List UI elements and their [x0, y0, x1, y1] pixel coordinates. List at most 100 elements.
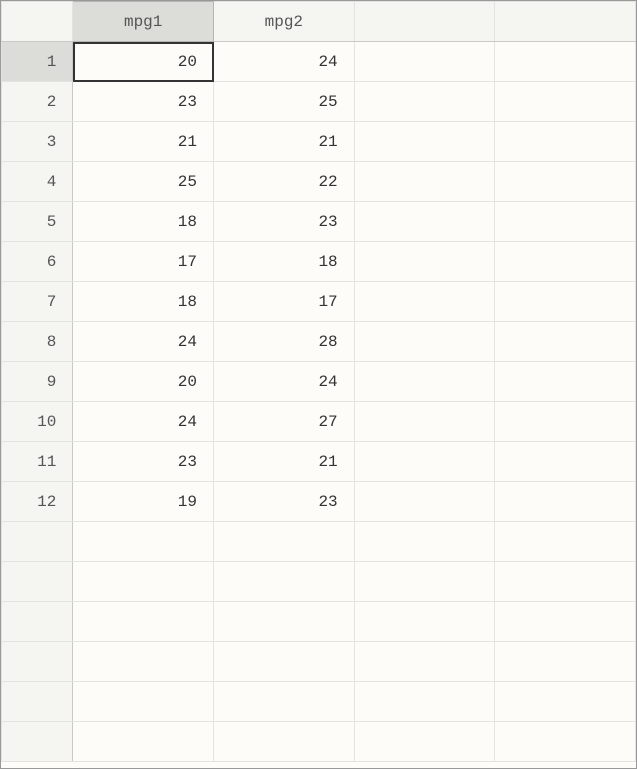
row-header-empty[interactable] [2, 642, 73, 682]
table-row: 71817 [2, 282, 636, 322]
data-cell[interactable]: 20 [73, 42, 214, 82]
data-cell[interactable]: 17 [214, 282, 355, 322]
empty-cell[interactable] [495, 642, 636, 682]
empty-cell[interactable] [495, 402, 636, 442]
corner-cell[interactable] [2, 2, 73, 42]
empty-cell[interactable] [214, 602, 355, 642]
row-header[interactable]: 8 [2, 322, 73, 362]
empty-cell[interactable] [354, 242, 495, 282]
empty-cell[interactable] [214, 522, 355, 562]
empty-cell[interactable] [354, 162, 495, 202]
empty-cell[interactable] [354, 722, 495, 762]
data-cell[interactable]: 18 [73, 202, 214, 242]
empty-cell[interactable] [495, 722, 636, 762]
empty-cell[interactable] [495, 602, 636, 642]
data-cell[interactable]: 18 [214, 242, 355, 282]
data-grid[interactable]: mpg1 mpg2 120242232532121425225182361718… [1, 1, 636, 768]
data-cell[interactable]: 20 [73, 362, 214, 402]
empty-cell[interactable] [354, 42, 495, 82]
row-header-empty[interactable] [2, 562, 73, 602]
empty-cell[interactable] [214, 642, 355, 682]
data-cell[interactable]: 27 [214, 402, 355, 442]
empty-cell[interactable] [73, 562, 214, 602]
empty-cell[interactable] [214, 562, 355, 602]
column-header-empty[interactable] [354, 2, 495, 42]
empty-cell[interactable] [354, 602, 495, 642]
empty-cell[interactable] [73, 602, 214, 642]
row-header[interactable]: 11 [2, 442, 73, 482]
row-header[interactable]: 10 [2, 402, 73, 442]
row-header-empty[interactable] [2, 682, 73, 722]
data-cell[interactable]: 21 [214, 442, 355, 482]
column-header-mpg2[interactable]: mpg2 [214, 2, 355, 42]
row-header[interactable]: 3 [2, 122, 73, 162]
row-header[interactable]: 12 [2, 482, 73, 522]
row-header[interactable]: 5 [2, 202, 73, 242]
data-cell[interactable]: 18 [73, 282, 214, 322]
column-header-mpg1[interactable]: mpg1 [73, 2, 214, 42]
empty-cell[interactable] [214, 682, 355, 722]
empty-cell[interactable] [495, 202, 636, 242]
empty-cell[interactable] [354, 362, 495, 402]
empty-cell[interactable] [495, 242, 636, 282]
row-header-empty[interactable] [2, 722, 73, 762]
empty-cell[interactable] [495, 562, 636, 602]
data-cell[interactable]: 23 [73, 82, 214, 122]
empty-cell[interactable] [495, 482, 636, 522]
empty-cell[interactable] [354, 562, 495, 602]
data-cell[interactable]: 24 [73, 402, 214, 442]
empty-cell[interactable] [495, 682, 636, 722]
data-cell[interactable]: 23 [214, 482, 355, 522]
empty-cell[interactable] [495, 282, 636, 322]
data-cell[interactable]: 24 [214, 42, 355, 82]
empty-cell[interactable] [495, 322, 636, 362]
empty-cell[interactable] [73, 682, 214, 722]
empty-cell[interactable] [354, 682, 495, 722]
table-row: 121923 [2, 482, 636, 522]
data-cell[interactable]: 21 [214, 122, 355, 162]
row-header[interactable]: 9 [2, 362, 73, 402]
empty-cell[interactable] [354, 82, 495, 122]
empty-cell[interactable] [354, 482, 495, 522]
empty-cell[interactable] [495, 362, 636, 402]
row-header-empty[interactable] [2, 522, 73, 562]
empty-cell[interactable] [354, 402, 495, 442]
data-cell[interactable]: 23 [73, 442, 214, 482]
column-header-row: mpg1 mpg2 [2, 2, 636, 42]
empty-cell[interactable] [354, 642, 495, 682]
data-cell[interactable]: 17 [73, 242, 214, 282]
data-cell[interactable]: 24 [214, 362, 355, 402]
empty-cell[interactable] [354, 282, 495, 322]
empty-cell[interactable] [73, 522, 214, 562]
data-cell[interactable]: 19 [73, 482, 214, 522]
data-cell[interactable]: 24 [73, 322, 214, 362]
row-header[interactable]: 1 [2, 42, 73, 82]
data-table: mpg1 mpg2 120242232532121425225182361718… [1, 1, 636, 762]
empty-cell[interactable] [354, 322, 495, 362]
row-header[interactable]: 7 [2, 282, 73, 322]
empty-cell[interactable] [495, 522, 636, 562]
empty-cell[interactable] [73, 722, 214, 762]
data-cell[interactable]: 25 [73, 162, 214, 202]
empty-cell[interactable] [354, 522, 495, 562]
empty-cell[interactable] [354, 202, 495, 242]
data-cell[interactable]: 28 [214, 322, 355, 362]
data-cell[interactable]: 23 [214, 202, 355, 242]
empty-cell[interactable] [495, 122, 636, 162]
row-header-empty[interactable] [2, 602, 73, 642]
column-header-empty[interactable] [495, 2, 636, 42]
row-header[interactable]: 6 [2, 242, 73, 282]
data-cell[interactable]: 22 [214, 162, 355, 202]
empty-cell[interactable] [495, 82, 636, 122]
empty-cell[interactable] [495, 42, 636, 82]
data-cell[interactable]: 25 [214, 82, 355, 122]
empty-cell[interactable] [354, 442, 495, 482]
empty-cell[interactable] [214, 722, 355, 762]
empty-cell[interactable] [495, 442, 636, 482]
empty-cell[interactable] [73, 642, 214, 682]
empty-cell[interactable] [495, 162, 636, 202]
data-cell[interactable]: 21 [73, 122, 214, 162]
row-header[interactable]: 4 [2, 162, 73, 202]
empty-cell[interactable] [354, 122, 495, 162]
row-header[interactable]: 2 [2, 82, 73, 122]
